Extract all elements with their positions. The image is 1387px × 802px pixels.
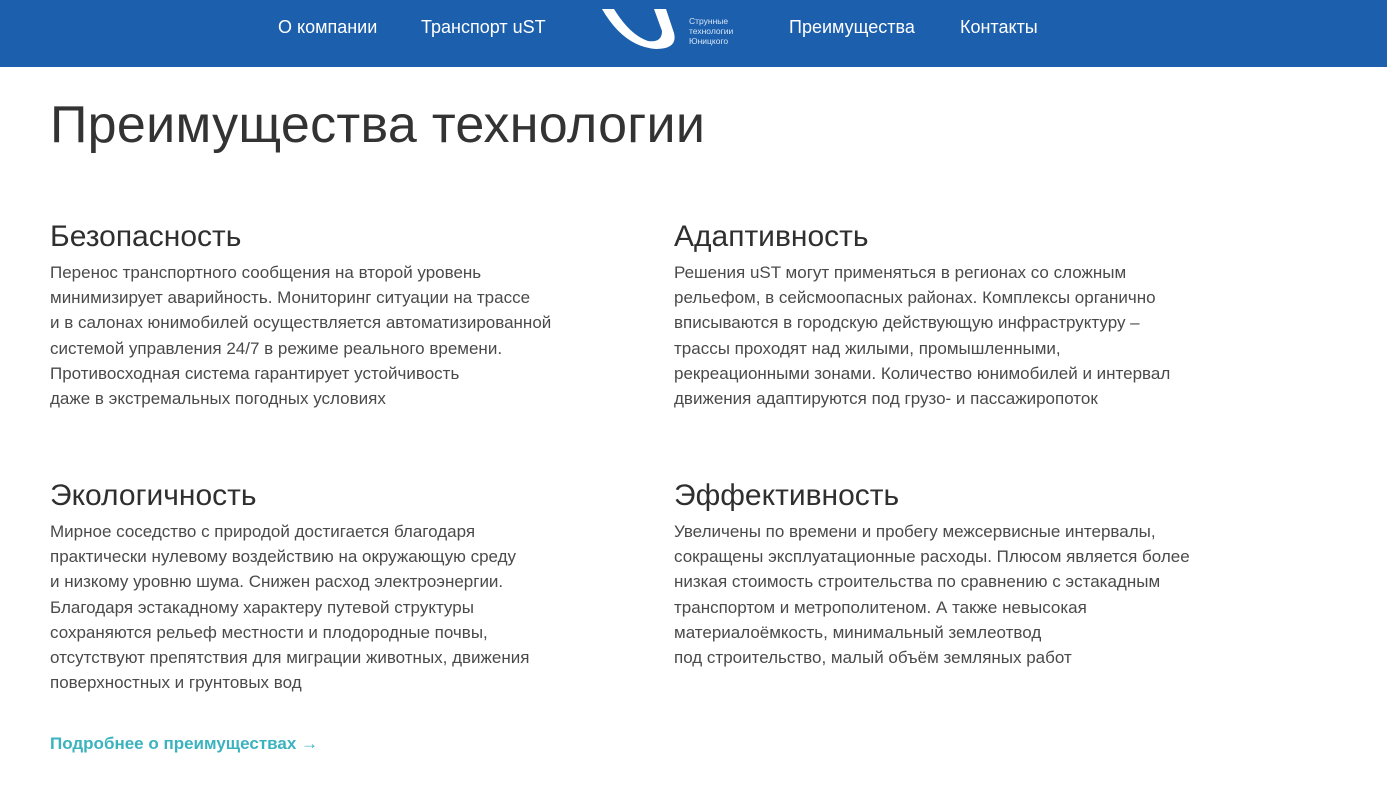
advantage-block-ecology: Экологичность Мирное соседство с природо… — [50, 478, 640, 695]
description-line: Увеличены по времени и пробегу межсервис… — [674, 522, 1156, 541]
description-line: рельефом, в сейсмоопасных районах. Компл… — [674, 288, 1156, 308]
description-line: поверхностных и грунтовых вод — [50, 673, 302, 693]
advantage-block-efficiency: Эффективность Увеличены по времени и про… — [674, 478, 1264, 670]
description-line: Противосходная система гарантирует устой… — [50, 363, 460, 383]
description-line: даже в экстремальных погодных условиях — [50, 389, 386, 409]
description-line: отсутствуют препятствия для миграции жив… — [50, 648, 530, 668]
more-advantages-link[interactable]: Подробнее о преимуществах → — [50, 732, 318, 756]
nav-link-contacts[interactable]: Контакты — [960, 15, 1038, 39]
description-line: под строительство, малый объём земляных … — [674, 648, 1072, 668]
advantage-description: Перенос транспортного сообщения на второ… — [50, 260, 640, 411]
logo-caption-line: Юницкого — [689, 36, 729, 46]
advantage-title: Адаптивность — [674, 220, 869, 253]
description-line: и в салонах юнимобилей осуществляется ав… — [50, 313, 552, 333]
page-title: Преимущества технологии — [50, 96, 706, 154]
logo-caption-line: Струнные — [689, 16, 729, 26]
description-line: Мирное соседство с природой достигается … — [50, 522, 476, 541]
advantage-block-adaptivity: Адаптивность Решения uST могут применять… — [674, 219, 1264, 411]
logo-mark-icon — [602, 9, 675, 49]
description-line: низкая стоимость строительства по сравне… — [674, 572, 1161, 592]
description-line: Перенос транспортного сообщения на второ… — [50, 263, 482, 282]
description-line: Решения uST могут применяться в регионах… — [674, 263, 1127, 282]
advantage-title: Экологичность — [50, 479, 257, 512]
description-line: трассы проходят над жилыми, промышленным… — [674, 338, 1061, 358]
advantage-description: Решения uST могут применяться в регионах… — [674, 260, 1264, 411]
description-line: сохраняются рельеф местности и плодородн… — [50, 622, 488, 642]
advantage-title: Эффективность — [674, 479, 900, 512]
description-line: и низкому уровню шума. Снижен расход эле… — [50, 572, 504, 592]
description-line: материалоёмкость, минимальный землеотвод — [674, 622, 1042, 642]
site-header: О компании Транспорт uST Струнные технол… — [0, 0, 1387, 67]
description-line: системой управления 24/7 в режиме реальн… — [50, 338, 503, 358]
description-line: минимизирует аварийность. Мониторинг сит… — [50, 288, 531, 308]
description-line: движения адаптируются под грузо- и пасса… — [674, 389, 1098, 409]
description-line: практически нулевому воздействию на окру… — [50, 547, 517, 567]
nav-link-about[interactable]: О компании — [278, 15, 377, 39]
advantage-description: Увеличены по времени и пробегу межсервис… — [674, 519, 1264, 670]
description-line: сокращены эксплуатационные расходы. Плюс… — [674, 547, 1190, 567]
description-line: транспортом и метрополитеном. А также не… — [674, 597, 1087, 617]
logo-caption-line: технологии — [689, 26, 734, 36]
logo-caption: Струнные технологии Юницкого — [689, 16, 769, 46]
nav-link-transport[interactable]: Транспорт uST — [421, 15, 546, 39]
advantage-description: Мирное соседство с природой достигается … — [50, 519, 640, 695]
nav-link-advantages[interactable]: Преимущества — [789, 15, 915, 39]
description-line: вписываются в городскую действующую инфр… — [674, 313, 1140, 333]
description-line: Благодаря эстакадному характеру путевой … — [50, 597, 474, 617]
advantage-block-safety: Безопасность Перенос транспортного сообщ… — [50, 219, 640, 411]
description-line: рекреационными зонами. Количество юнимоб… — [674, 363, 1171, 383]
advantage-title: Безопасность — [50, 220, 242, 253]
site-logo[interactable]: Струнные технологии Юницкого — [600, 5, 760, 49]
